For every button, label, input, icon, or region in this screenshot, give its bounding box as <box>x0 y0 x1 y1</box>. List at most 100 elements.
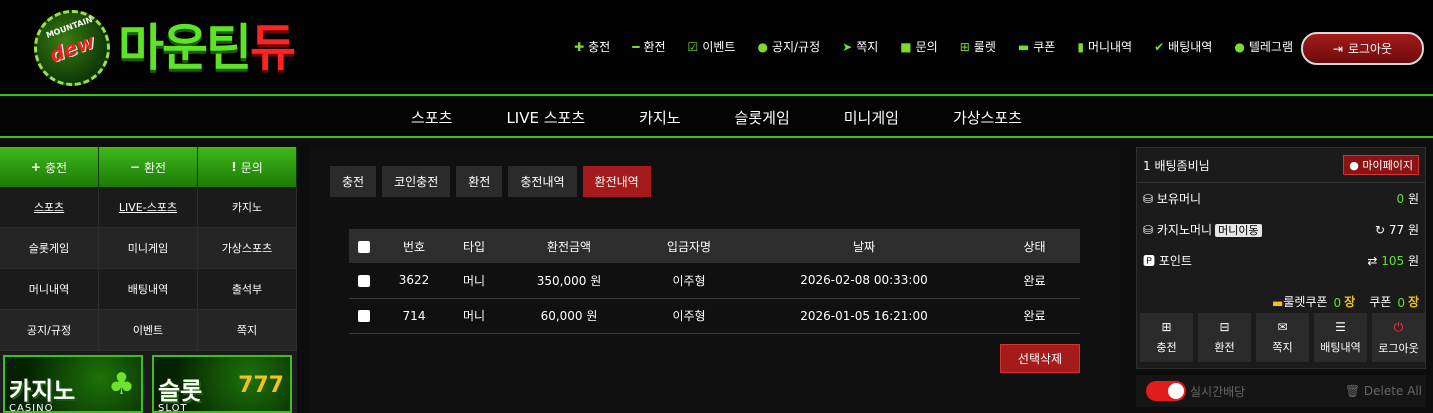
sidebar-item-bet-history[interactable]: 배팅내역 <box>99 269 198 310</box>
site-logo[interactable]: MOUNTAIN dew 마운틴듀 <box>34 8 334 88</box>
power-icon: ⏻ <box>1393 319 1404 334</box>
user-panel-header: 1 배팅좀비님 ● 마이페이지 <box>1137 148 1425 183</box>
table-row: 714 머니 60,000 원 이주형 2026-01-05 16:21:00 … <box>349 298 1080 334</box>
row-checkbox[interactable] <box>358 274 370 287</box>
sidebar-item-virtual-sports[interactable]: 가상스포츠 <box>198 228 297 269</box>
cell-number: 3622 <box>379 263 449 299</box>
casino-banner[interactable]: 카지노 CASINO ♣ <box>3 355 143 413</box>
topnav-bet-history[interactable]: ✔ 배팅내역 <box>1154 38 1212 55</box>
sidebar-item-message[interactable]: 쪽지 <box>198 310 297 351</box>
sidebar-menu-grid: 스포츠 LIVE-스포츠 카지노 슬롯게임 미니게임 가상스포츠 머니내역 배팅… <box>0 187 297 351</box>
live-odds-toggle[interactable] <box>1146 381 1186 401</box>
topnav-label: 충전 <box>588 40 611 54</box>
table-row: 3622 머니 350,000 원 이주형 2026-02-08 00:33:0… <box>349 263 1080 299</box>
check-icon: ✔ <box>1154 39 1165 54</box>
topnav-message[interactable]: ➤ 쪽지 <box>842 38 878 55</box>
site-header: MOUNTAIN dew 마운틴듀 ✚ 충전 ━ 환전 ☑ 이벤트 ● 공지/규정 ➤ 쪽… <box>0 0 1433 96</box>
sidebar-item-money-history[interactable]: 머니내역 <box>0 269 99 310</box>
topnav-label: 텔레그램 <box>1248 40 1293 54</box>
panel-button-label: 배팅내역 <box>1320 341 1361 354</box>
panel-bet-history-button[interactable]: ☰ 배팅내역 <box>1314 313 1367 362</box>
topnav-money-history[interactable]: ▮ 머니내역 <box>1077 38 1132 55</box>
exchange-history-table: 번호 타입 환전금액 입금자명 날짜 상태 3622 머니 350,000 원 … <box>349 229 1080 334</box>
topnav-notice[interactable]: ● 공지/규정 <box>757 38 820 55</box>
topnav-label: 공지/규정 <box>771 40 821 54</box>
select-all-checkbox[interactable] <box>358 240 370 253</box>
mainnav-slot[interactable]: 슬롯게임 <box>735 107 790 128</box>
logo-text-red: 듀 <box>250 19 296 77</box>
sidebar-item-notice[interactable]: 공지/규정 <box>0 310 99 351</box>
logo-wordmark: 마운틴듀 <box>118 18 296 78</box>
user-panel: 1 배팅좀비님 ● 마이페이지 ⛁ 보유머니 0 원 ⛁ 카지노머니 머니이동 ↻… <box>1136 147 1426 369</box>
row-checkbox[interactable] <box>358 310 370 322</box>
quick-charge-button[interactable]: + 충전 <box>0 147 99 187</box>
refresh-icon[interactable]: ↻ <box>1375 223 1389 237</box>
row-select-cell <box>349 298 379 334</box>
topnav-inquiry[interactable]: ■ 문의 <box>900 38 937 55</box>
mainnav-minigame[interactable]: 미니게임 <box>844 107 899 128</box>
topnav-charge[interactable]: ✚ 충전 <box>574 38 610 55</box>
slot-banner[interactable]: 슬롯 SLOT 777 <box>152 355 292 413</box>
sidebar-item-event[interactable]: 이벤트 <box>99 310 198 351</box>
topnav-roulette[interactable]: ⊞ 룰렛 <box>960 38 996 55</box>
tab-charge-history[interactable]: 충전내역 <box>508 166 577 197</box>
exchange-arrows-icon[interactable]: ⇄ <box>1367 254 1381 268</box>
col-number: 번호 <box>379 229 449 263</box>
tab-coin-charge[interactable]: 코인충전 <box>382 166 451 197</box>
col-type: 타입 <box>449 229 499 263</box>
panel-button-label: 충전 <box>1156 341 1177 354</box>
sidebar-item-attendance[interactable]: 출석부 <box>198 269 297 310</box>
sidebar-item-slot[interactable]: 슬롯게임 <box>0 228 99 269</box>
panel-message-button[interactable]: ✉ 쪽지 <box>1256 313 1309 362</box>
cell-type: 머니 <box>449 298 499 334</box>
topnav-event[interactable]: ☑ 이벤트 <box>688 38 736 55</box>
topnav-telegram[interactable]: ● 텔레그램 <box>1234 38 1293 55</box>
sidebar-item-sports[interactable]: 스포츠 <box>0 187 99 228</box>
plus-icon: ✚ <box>574 39 585 54</box>
sidebar-item-casino[interactable]: 카지노 <box>198 187 297 228</box>
delete-selected-button[interactable]: 선택삭제 <box>1000 344 1080 373</box>
live-odds-label: 실시간배당 <box>1190 384 1246 399</box>
sidebar-item-live-sports[interactable]: LIVE-스포츠 <box>99 187 198 228</box>
tab-exchange[interactable]: 환전 <box>456 166 503 197</box>
panel-charge-button[interactable]: ⊞ 충전 <box>1140 313 1193 362</box>
mainnav-sports[interactable]: 스포츠 <box>411 107 452 128</box>
col-status: 상태 <box>989 229 1080 263</box>
mainnav-live-sports[interactable]: LIVE 스포츠 <box>506 107 585 128</box>
topnav-exchange[interactable]: ━ 환전 <box>632 38 665 55</box>
ticket-icon: ▬ <box>1017 39 1030 54</box>
casino-money-row: ⛁ 카지노머니 머니이동 ↻ 77 원 <box>1137 214 1425 245</box>
delete-all-label: Delete All <box>1363 384 1422 398</box>
mainnav-casino[interactable]: 카지노 <box>639 107 680 128</box>
cell-amount: 60,000 원 <box>499 298 639 334</box>
cell-status: 완료 <box>989 298 1080 334</box>
banner-title: 카지노 <box>9 377 76 405</box>
delete-all-button[interactable]: 🗑 Delete All <box>1345 384 1422 398</box>
info-circle-icon: ● <box>757 39 768 54</box>
coupon-row: ▬ 룰렛쿠폰 0장 쿠폰 0장 <box>1137 276 1425 316</box>
mypage-button[interactable]: ● 마이페이지 <box>1343 155 1419 175</box>
tab-exchange-history[interactable]: 환전내역 <box>582 166 651 197</box>
panel-logout-button[interactable]: ⏻ 로그아웃 <box>1372 313 1425 362</box>
quick-exchange-button[interactable]: − 환전 <box>99 147 198 187</box>
logout-button[interactable]: ⇥ 로그아웃 <box>1301 32 1424 65</box>
cell-depositor: 이주형 <box>639 263 739 299</box>
panel-exchange-button[interactable]: ⊟ 환전 <box>1198 313 1251 362</box>
minus-icon: ━ <box>632 39 640 54</box>
topnav-label: 룰렛 <box>973 40 996 54</box>
sidebar-item-minigame[interactable]: 미니게임 <box>99 228 198 269</box>
quick-inquiry-button[interactable]: ! 문의 <box>198 147 297 187</box>
coins-icon: ⛁ <box>1143 192 1157 206</box>
live-odds-bar: 실시간배당 🗑 Delete All <box>1136 375 1426 407</box>
tab-charge[interactable]: 충전 <box>330 166 377 197</box>
tab-bar: 충전 코인충전 환전 충전내역 환전내역 <box>330 166 657 197</box>
telegram-icon: ● <box>1234 39 1245 54</box>
list-icon: ☰ <box>1335 320 1346 334</box>
topnav-coupon[interactable]: ▬ 쿠폰 <box>1018 38 1055 55</box>
mainnav-virtual-sports[interactable]: 가상스포츠 <box>953 107 1022 128</box>
money-move-button[interactable]: 머니이동 <box>1215 224 1262 237</box>
casino-label: 카지노머니 <box>1156 223 1213 237</box>
holding-money-row: ⛁ 보유머니 0 원 <box>1137 183 1425 214</box>
coupon-unit: 장 <box>1344 295 1356 309</box>
gift-icon: ⊞ <box>959 39 970 54</box>
